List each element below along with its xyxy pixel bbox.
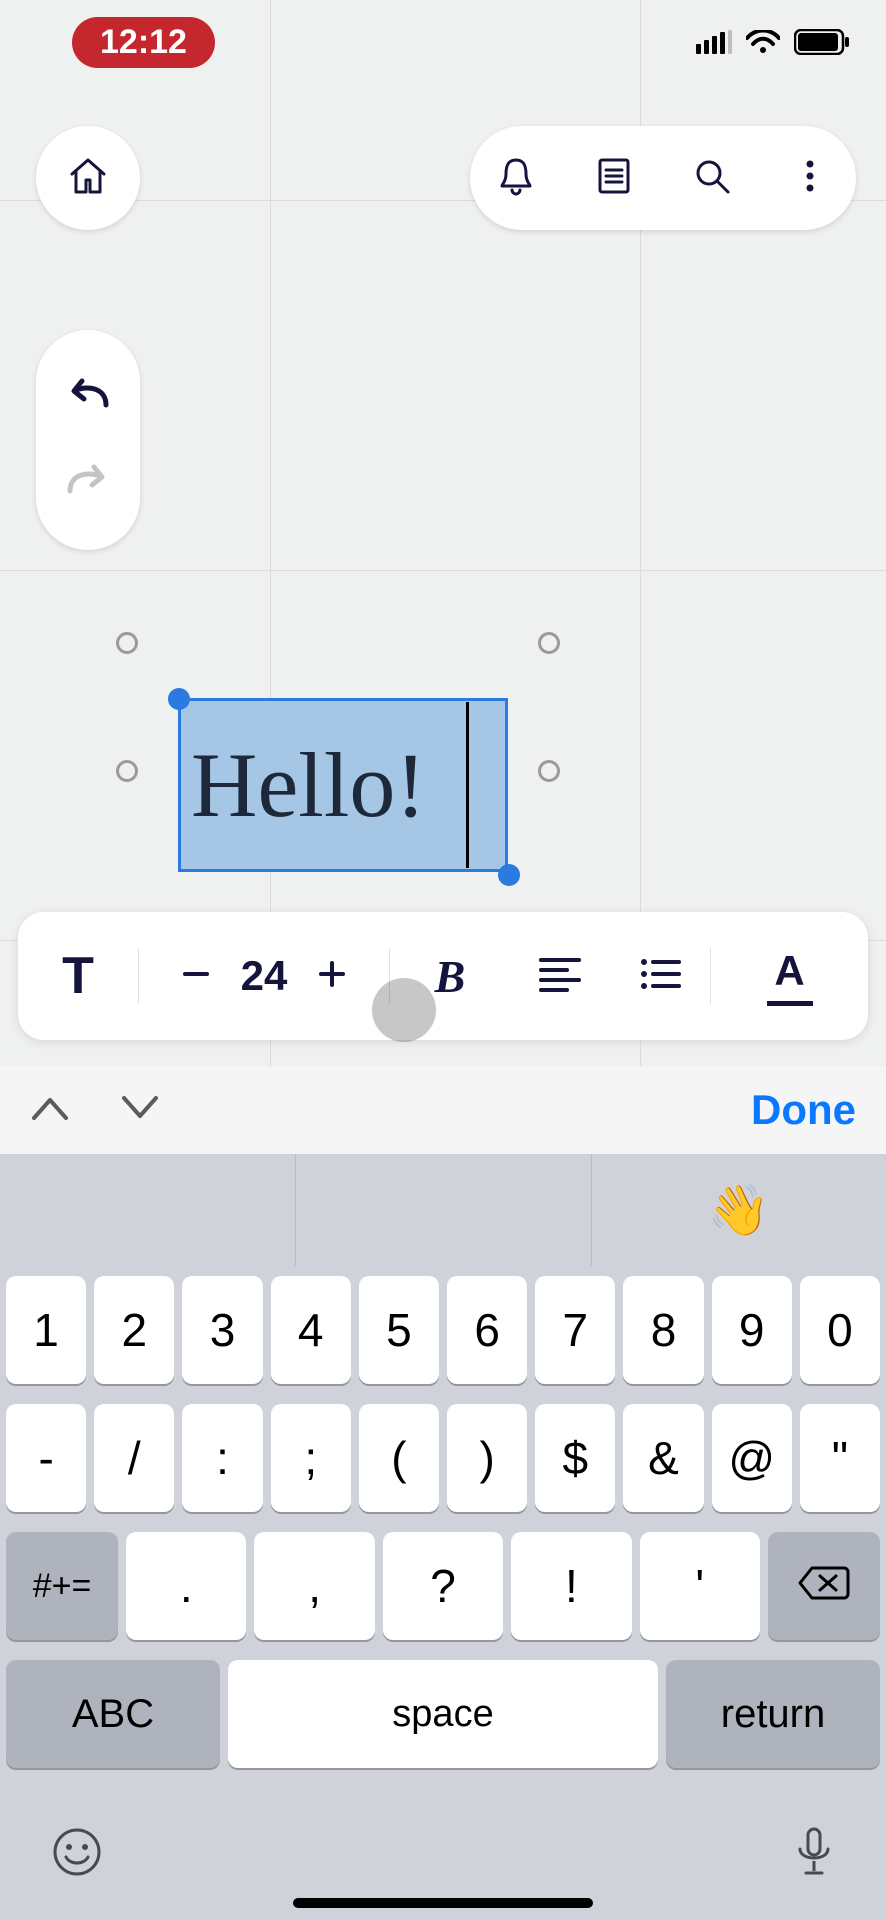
key-8[interactable]: 8 <box>623 1276 703 1384</box>
more-menu-button[interactable] <box>788 156 832 200</box>
home-indicator[interactable] <box>293 1898 593 1908</box>
text-box-selection[interactable]: Hello! <box>116 632 572 912</box>
tap-indicator <box>372 978 436 1042</box>
key-return[interactable]: return <box>666 1660 880 1768</box>
suggestion-1[interactable] <box>0 1154 295 1266</box>
suggestion-2[interactable] <box>295 1154 590 1266</box>
key-at[interactable]: @ <box>712 1404 792 1512</box>
font-size-decrease-button[interactable] <box>181 959 211 994</box>
status-time-pill: 12:12 <box>72 17 215 68</box>
text-box[interactable]: Hello! <box>178 698 508 872</box>
emoji-keyboard-button[interactable] <box>52 1827 102 1882</box>
previous-field-button[interactable] <box>30 1094 70 1127</box>
undo-icon <box>62 375 114 420</box>
key-4[interactable]: 4 <box>271 1276 351 1384</box>
list-button[interactable] <box>610 957 710 996</box>
bullet-list-icon <box>639 957 681 996</box>
key-dollar[interactable]: $ <box>535 1404 615 1512</box>
status-bar: 12:12 <box>0 0 886 84</box>
text-selection-handle-start[interactable] <box>168 688 190 710</box>
bold-icon: B <box>435 950 466 1003</box>
key-question[interactable]: ? <box>383 1532 503 1640</box>
key-period[interactable]: . <box>126 1532 246 1640</box>
status-icons <box>696 29 850 55</box>
keyboard: 1 2 3 4 5 6 7 8 9 0 - / : ; ( ) $ & @ " … <box>0 1266 886 1920</box>
suggestion-3[interactable]: 👋 <box>591 1154 886 1266</box>
key-2[interactable]: 2 <box>94 1276 174 1384</box>
keyboard-done-button[interactable]: Done <box>751 1086 856 1134</box>
resize-handle-top-right[interactable] <box>538 632 560 654</box>
next-field-button[interactable] <box>120 1094 160 1127</box>
key-1[interactable]: 1 <box>6 1276 86 1384</box>
dictation-button[interactable] <box>794 1825 834 1884</box>
resize-handle-middle-right[interactable] <box>538 760 560 782</box>
text-color-icon: A <box>774 947 804 995</box>
notifications-button[interactable] <box>494 156 538 200</box>
key-9[interactable]: 9 <box>712 1276 792 1384</box>
text-color-button[interactable]: A <box>711 947 868 1006</box>
font-size-value: 24 <box>241 952 288 1000</box>
key-dash[interactable]: - <box>6 1404 86 1512</box>
bell-icon <box>494 154 538 203</box>
key-quote[interactable]: " <box>800 1404 880 1512</box>
home-button[interactable] <box>36 126 140 230</box>
pages-button[interactable] <box>592 156 636 200</box>
undo-button[interactable] <box>58 367 118 427</box>
keyboard-row-4: ABC space return <box>6 1660 880 1768</box>
home-icon <box>66 154 110 203</box>
text-cursor <box>466 702 469 868</box>
text-selection-handle-end[interactable] <box>498 864 520 886</box>
text-align-button[interactable] <box>510 956 610 997</box>
text-color-underline <box>767 1001 813 1006</box>
text-tool-label: T <box>62 946 94 1006</box>
resize-handle-middle-left[interactable] <box>116 760 138 782</box>
key-6[interactable]: 6 <box>447 1276 527 1384</box>
key-0[interactable]: 0 <box>800 1276 880 1384</box>
key-colon[interactable]: : <box>182 1404 262 1512</box>
keyboard-row-1: 1 2 3 4 5 6 7 8 9 0 <box>6 1276 880 1384</box>
search-icon <box>690 154 734 203</box>
text-box-content: Hello! <box>191 732 426 838</box>
key-exclaim[interactable]: ! <box>511 1532 631 1640</box>
key-3[interactable]: 3 <box>182 1276 262 1384</box>
key-paren-close[interactable]: ) <box>447 1404 527 1512</box>
key-abc[interactable]: ABC <box>6 1660 220 1768</box>
key-symbols[interactable]: #+= <box>6 1532 118 1640</box>
search-button[interactable] <box>690 156 734 200</box>
key-backspace[interactable] <box>768 1532 880 1640</box>
key-5[interactable]: 5 <box>359 1276 439 1384</box>
key-apostrophe[interactable]: ' <box>640 1532 760 1640</box>
top-toolbar-pill <box>470 126 856 230</box>
key-space[interactable]: space <box>228 1660 658 1768</box>
keyboard-suggestions: 👋 <box>0 1154 886 1266</box>
key-slash[interactable]: / <box>94 1404 174 1512</box>
more-vertical-icon <box>788 154 832 203</box>
text-tool-button[interactable]: T <box>18 946 138 1006</box>
backspace-icon <box>798 1559 850 1613</box>
text-format-toolbar: T 24 B A <box>18 912 868 1040</box>
key-semicolon[interactable]: ; <box>271 1404 351 1512</box>
font-size-stepper: 24 <box>139 952 389 1000</box>
document-list-icon <box>592 154 636 203</box>
bold-button[interactable]: B <box>390 950 510 1003</box>
wifi-icon <box>746 30 780 54</box>
key-amp[interactable]: & <box>623 1404 703 1512</box>
keyboard-accessory-bar: Done <box>0 1066 886 1154</box>
keyboard-row-2: - / : ; ( ) $ & @ " <box>6 1404 880 1512</box>
key-comma[interactable]: , <box>254 1532 374 1640</box>
resize-handle-top-left[interactable] <box>116 632 138 654</box>
redo-button <box>58 453 118 513</box>
key-paren-open[interactable]: ( <box>359 1404 439 1512</box>
font-size-increase-button[interactable] <box>317 959 347 994</box>
cellular-signal-icon <box>696 30 732 54</box>
undo-redo-pill <box>36 330 140 550</box>
key-7[interactable]: 7 <box>535 1276 615 1384</box>
battery-icon <box>794 29 850 55</box>
redo-icon <box>62 461 114 506</box>
align-left-icon <box>539 956 581 997</box>
keyboard-row-3: #+= . , ? ! ' <box>6 1532 880 1640</box>
